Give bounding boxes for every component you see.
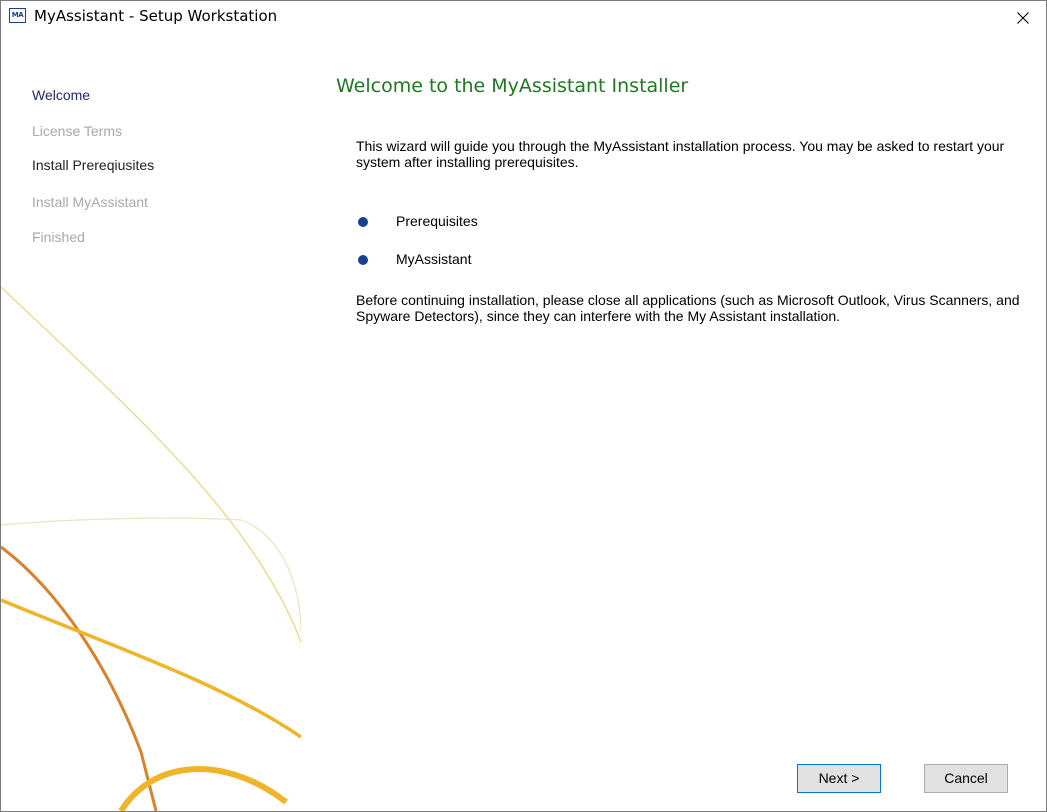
- list-item-label: Prerequisites: [396, 213, 478, 229]
- installer-window: MA MyAssistant - Setup Workstation Welco…: [0, 0, 1047, 812]
- bullet-icon: [358, 255, 368, 265]
- list-item-label: MyAssistant: [396, 251, 472, 267]
- intro-text: This wizard will guide you through the M…: [356, 138, 1005, 170]
- page-title: Welcome to the MyAssistant Installer: [336, 75, 689, 97]
- step-license-terms: License Terms: [32, 123, 123, 139]
- close-apps-warning: Before continuing installation, please c…: [356, 292, 1020, 324]
- main-content: Welcome to the MyAssistant Installer Thi…: [301, 32, 1046, 811]
- step-install-prerequisites: Install Prereqiusites: [32, 157, 155, 173]
- bullet-icon: [358, 217, 368, 227]
- step-welcome: Welcome: [32, 87, 91, 103]
- next-button[interactable]: Next >: [797, 764, 881, 793]
- step-install-myassistant: Install MyAssistant: [32, 194, 148, 210]
- close-icon: [1017, 12, 1029, 24]
- step-finished: Finished: [32, 229, 85, 245]
- cancel-button[interactable]: Cancel: [924, 764, 1008, 793]
- title-bar[interactable]: MA MyAssistant - Setup Workstation: [1, 1, 1046, 32]
- close-button[interactable]: [1000, 1, 1046, 32]
- decorative-swirl-graphic: [1, 286, 301, 811]
- app-logo-icon: MA: [9, 8, 26, 23]
- window-title: MyAssistant - Setup Workstation: [34, 7, 278, 25]
- steps-sidebar: Welcome License Terms Install Prereqiusi…: [1, 32, 301, 811]
